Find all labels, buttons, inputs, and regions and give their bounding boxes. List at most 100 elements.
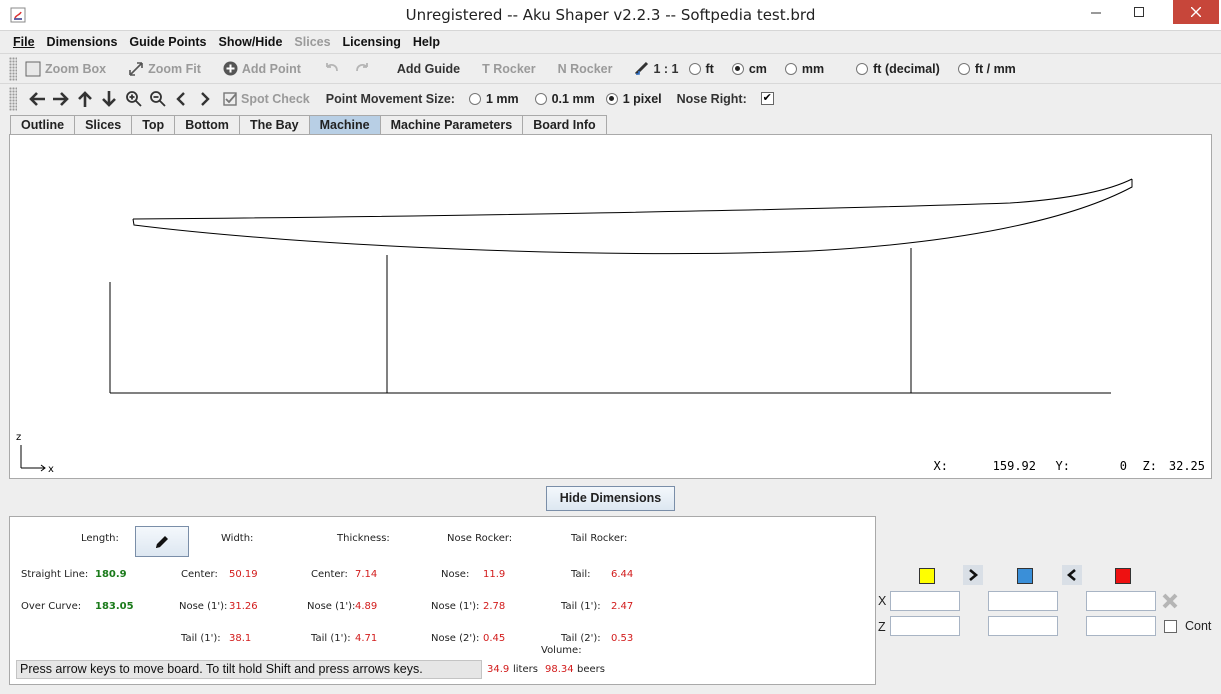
move-1mm-label: 1 mm bbox=[485, 91, 519, 106]
arrow-down-icon bbox=[102, 90, 116, 107]
unit-mm-label: mm bbox=[801, 61, 825, 76]
unit-ft-mm-radio[interactable]: ft / mm bbox=[957, 61, 1016, 76]
move-left-button[interactable] bbox=[25, 91, 49, 107]
unit-ft-decimal-radio[interactable]: ft (decimal) bbox=[856, 62, 940, 76]
unit-ft-decimal-label: ft (decimal) bbox=[873, 61, 940, 76]
rotate-left-button[interactable] bbox=[169, 91, 193, 107]
toolbar-grip[interactable] bbox=[9, 86, 17, 111]
nose-right-checkbox[interactable]: ✔ bbox=[760, 92, 774, 105]
minimize-icon bbox=[1091, 12, 1101, 14]
unit-ft-radio[interactable]: ft bbox=[688, 62, 714, 76]
move-1mm-radio[interactable]: 1 mm bbox=[468, 91, 519, 106]
x-yellow-input[interactable] bbox=[890, 591, 960, 611]
blue-color-swatch[interactable] bbox=[1017, 568, 1033, 584]
tail-rocker-tail-label: Tail: bbox=[571, 569, 591, 580]
nose-rocker-nose-value: 11.9 bbox=[483, 569, 506, 580]
menu-slices[interactable]: Slices bbox=[288, 35, 336, 49]
add-point-button[interactable]: Add Point bbox=[223, 61, 301, 76]
x-blue-input[interactable] bbox=[988, 591, 1058, 611]
tab-slices[interactable]: Slices bbox=[74, 115, 133, 135]
move-up-button[interactable] bbox=[73, 90, 97, 108]
board-bottom-curve bbox=[132, 179, 1133, 254]
volume-liters-value: 34.9 bbox=[487, 664, 510, 675]
menu-show-hide[interactable]: Show/Hide bbox=[213, 35, 289, 49]
edit-length-button[interactable] bbox=[135, 526, 189, 557]
toolbar-grip[interactable] bbox=[9, 56, 17, 81]
z-red-input[interactable] bbox=[1086, 616, 1156, 636]
rotate-right-button[interactable] bbox=[193, 91, 217, 107]
move-right-button[interactable] bbox=[49, 91, 73, 107]
axis-z-label: z bbox=[16, 432, 21, 443]
add-guide-button[interactable]: Add Guide bbox=[397, 62, 460, 76]
clear-x-icon[interactable] bbox=[1160, 591, 1180, 611]
zoom-box-button[interactable]: Zoom Box bbox=[25, 61, 106, 77]
unit-cm-radio[interactable]: cm bbox=[731, 62, 767, 76]
tab-outline[interactable]: Outline bbox=[10, 115, 76, 135]
move-01mm-radio[interactable]: 0.1 mm bbox=[534, 92, 595, 106]
unit-ft-mm-label: ft / mm bbox=[974, 61, 1016, 76]
tab-top[interactable]: Top bbox=[131, 115, 176, 135]
tail-rocker-tail1-label: Tail (1'): bbox=[561, 601, 601, 612]
length-label: Length: bbox=[81, 533, 119, 544]
minimize-button[interactable] bbox=[1081, 0, 1111, 24]
continuous-checkbox-wrapper[interactable]: Cont bbox=[1164, 619, 1211, 633]
unit-mm-radio[interactable]: mm bbox=[784, 61, 825, 76]
z-yellow-input[interactable] bbox=[890, 616, 960, 636]
menu-help[interactable]: Help bbox=[407, 35, 446, 49]
spot-check-button[interactable]: Spot Check bbox=[223, 92, 310, 106]
yellow-color-swatch[interactable] bbox=[919, 568, 935, 584]
nose-rocker-label: Nose Rocker: bbox=[447, 533, 513, 544]
pencil-icon bbox=[156, 535, 168, 548]
menu-guide-points[interactable]: Guide Points bbox=[123, 35, 212, 49]
tail-rocker-tail1-value: 2.47 bbox=[611, 601, 634, 612]
tab-the-bay[interactable]: The Bay bbox=[238, 115, 310, 135]
coord-z-label: Z: bbox=[1142, 459, 1157, 473]
coord-x-value: 159.92 bbox=[992, 459, 1036, 473]
previous-point-button[interactable] bbox=[1062, 565, 1082, 585]
x-red-input[interactable] bbox=[1086, 591, 1156, 611]
menu-file[interactable]: File bbox=[7, 35, 41, 49]
tab-machine[interactable]: Machine bbox=[308, 115, 381, 135]
scale-button[interactable]: 1 : 1 bbox=[634, 61, 679, 76]
window-title: Unregistered -- Aku Shaper v2.2.3 -- Sof… bbox=[405, 6, 816, 24]
continuous-checkbox[interactable] bbox=[1164, 619, 1177, 633]
checkbox-checked-icon bbox=[223, 91, 237, 106]
nose-rocker-nose-label: Nose: bbox=[441, 569, 470, 580]
close-button[interactable] bbox=[1173, 0, 1219, 24]
menu-licensing[interactable]: Licensing bbox=[337, 35, 407, 49]
hide-dimensions-button[interactable]: Hide Dimensions bbox=[546, 486, 675, 511]
point-movement-label: Point Movement Size: bbox=[325, 91, 455, 106]
volume-beers-value: 98.34 bbox=[545, 664, 574, 675]
redo-icon bbox=[355, 62, 368, 71]
next-point-button[interactable] bbox=[963, 565, 983, 585]
t-rocker-button[interactable]: T Rocker bbox=[482, 62, 536, 76]
move-1pixel-radio[interactable]: 1 pixel bbox=[605, 92, 662, 106]
maximize-button[interactable] bbox=[1119, 0, 1159, 24]
radio-dot bbox=[688, 62, 701, 75]
width-tail-label: Tail (1'): bbox=[181, 633, 221, 644]
red-color-swatch[interactable] bbox=[1115, 568, 1131, 584]
tab-machine-parameters[interactable]: Machine Parameters bbox=[379, 115, 524, 135]
zoom-fit-button[interactable]: Zoom Fit bbox=[128, 61, 201, 77]
tab-bottom[interactable]: Bottom bbox=[174, 115, 240, 135]
n-rocker-button[interactable]: N Rocker bbox=[558, 62, 613, 76]
board-profile-drawing[interactable]: z x bbox=[10, 135, 1211, 478]
width-tail-value: 38.1 bbox=[229, 633, 252, 644]
nose-rocker-nose2-value: 0.45 bbox=[483, 633, 506, 644]
liters-label: liters bbox=[513, 664, 538, 675]
move-down-button[interactable] bbox=[97, 90, 121, 108]
z-blue-input[interactable] bbox=[988, 616, 1058, 636]
radio-dot-selected bbox=[731, 62, 744, 75]
tab-board-info[interactable]: Board Info bbox=[522, 115, 607, 135]
coord-y-value: 0 bbox=[1119, 459, 1127, 473]
redo-button[interactable] bbox=[355, 62, 375, 76]
undo-button[interactable] bbox=[323, 62, 343, 76]
zoom-box-icon bbox=[25, 61, 41, 76]
zoom-in-icon bbox=[125, 91, 142, 107]
menu-dimensions[interactable]: Dimensions bbox=[41, 35, 124, 49]
zoom-out-button[interactable] bbox=[145, 90, 169, 107]
zoom-in-button[interactable] bbox=[121, 90, 145, 107]
expand-icon bbox=[129, 61, 143, 76]
add-point-label: Add Point bbox=[241, 61, 301, 76]
machine-canvas[interactable]: z x X: 159.92 Y: 0 Z: 32.25 bbox=[9, 134, 1212, 479]
